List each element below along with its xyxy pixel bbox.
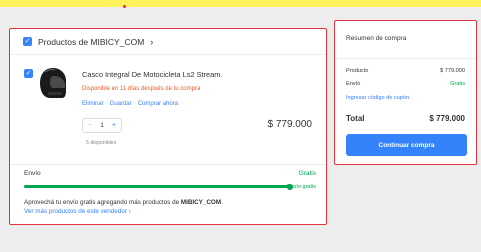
summary-shipping-value: Gratis <box>450 81 465 87</box>
shipping-value: Gratis <box>298 170 316 177</box>
shipping-label: Envío <box>24 170 41 177</box>
summary-shipping-label: Envío <box>346 81 361 87</box>
chevron-right-icon[interactable]: › <box>150 37 153 47</box>
total-value: $ 779.000 <box>429 114 465 123</box>
plus-icon[interactable]: + <box>112 122 116 129</box>
delivery-note: Disponible en 11 días después de tu comp… <box>82 86 201 92</box>
divider <box>335 58 476 59</box>
quantity-value[interactable]: 1 <box>100 122 104 129</box>
seller-title[interactable]: Productos de MIBICY_COM <box>38 37 144 47</box>
coupon-link[interactable]: Ingresar código de cupón <box>346 95 409 101</box>
helmet-icon[interactable] <box>37 65 69 101</box>
free-shipping-progress <box>24 185 289 188</box>
product-checkbox[interactable]: ✓ <box>24 69 33 78</box>
cart-card: ✓ Productos de MIBICY_COM › ✓ Casco Inte… <box>9 28 327 225</box>
progress-label: Envío gratis <box>286 184 316 190</box>
product-price: $ 779.000 <box>267 119 313 130</box>
promo-prefix: Aprovechá tu envío gratis agregando más … <box>24 199 180 206</box>
continue-purchase-button[interactable]: Continuar compra <box>346 134 467 156</box>
summary-product-label: Producto <box>346 68 369 74</box>
divider <box>10 164 326 165</box>
product-actions: Eliminar Guardar Comprar ahora <box>82 101 178 107</box>
summary-product-row: Producto $ 779.000 <box>346 68 465 74</box>
save-link[interactable]: Guardar <box>110 101 132 107</box>
buy-now-link[interactable]: Comprar ahora <box>138 101 178 107</box>
progress-fill <box>24 185 289 188</box>
more-products-link[interactable]: Ver más productos de este vendedor › <box>24 208 131 215</box>
promo-seller: MIBICY_COM <box>180 199 222 206</box>
summary-product-value: $ 779.000 <box>440 68 465 74</box>
notification-dot <box>123 5 126 8</box>
summary-shipping-row: Envío Gratis <box>346 81 465 87</box>
product-title[interactable]: Casco Integral De Motocicleta Ls2 Stream… <box>82 70 222 79</box>
quantity-stepper: − 1 + <box>82 118 122 133</box>
minus-icon[interactable]: − <box>88 122 92 129</box>
promo-text: Aprovechá tu envío gratis agregando más … <box>24 199 223 206</box>
top-bar <box>0 0 481 7</box>
summary-card: Resumen de compra Producto $ 779.000 Env… <box>334 20 477 165</box>
available-stock: 5 disponibles <box>86 140 117 146</box>
total-label: Total <box>346 114 365 123</box>
promo-suffix: . <box>221 199 223 206</box>
seller-checkbox[interactable]: ✓ <box>23 37 32 46</box>
delete-link[interactable]: Eliminar <box>82 101 104 107</box>
summary-title: Resumen de compra <box>346 35 407 42</box>
summary-total-row: Total $ 779.000 <box>346 114 465 123</box>
seller-header[interactable]: ✓ Productos de MIBICY_COM › <box>10 29 326 55</box>
